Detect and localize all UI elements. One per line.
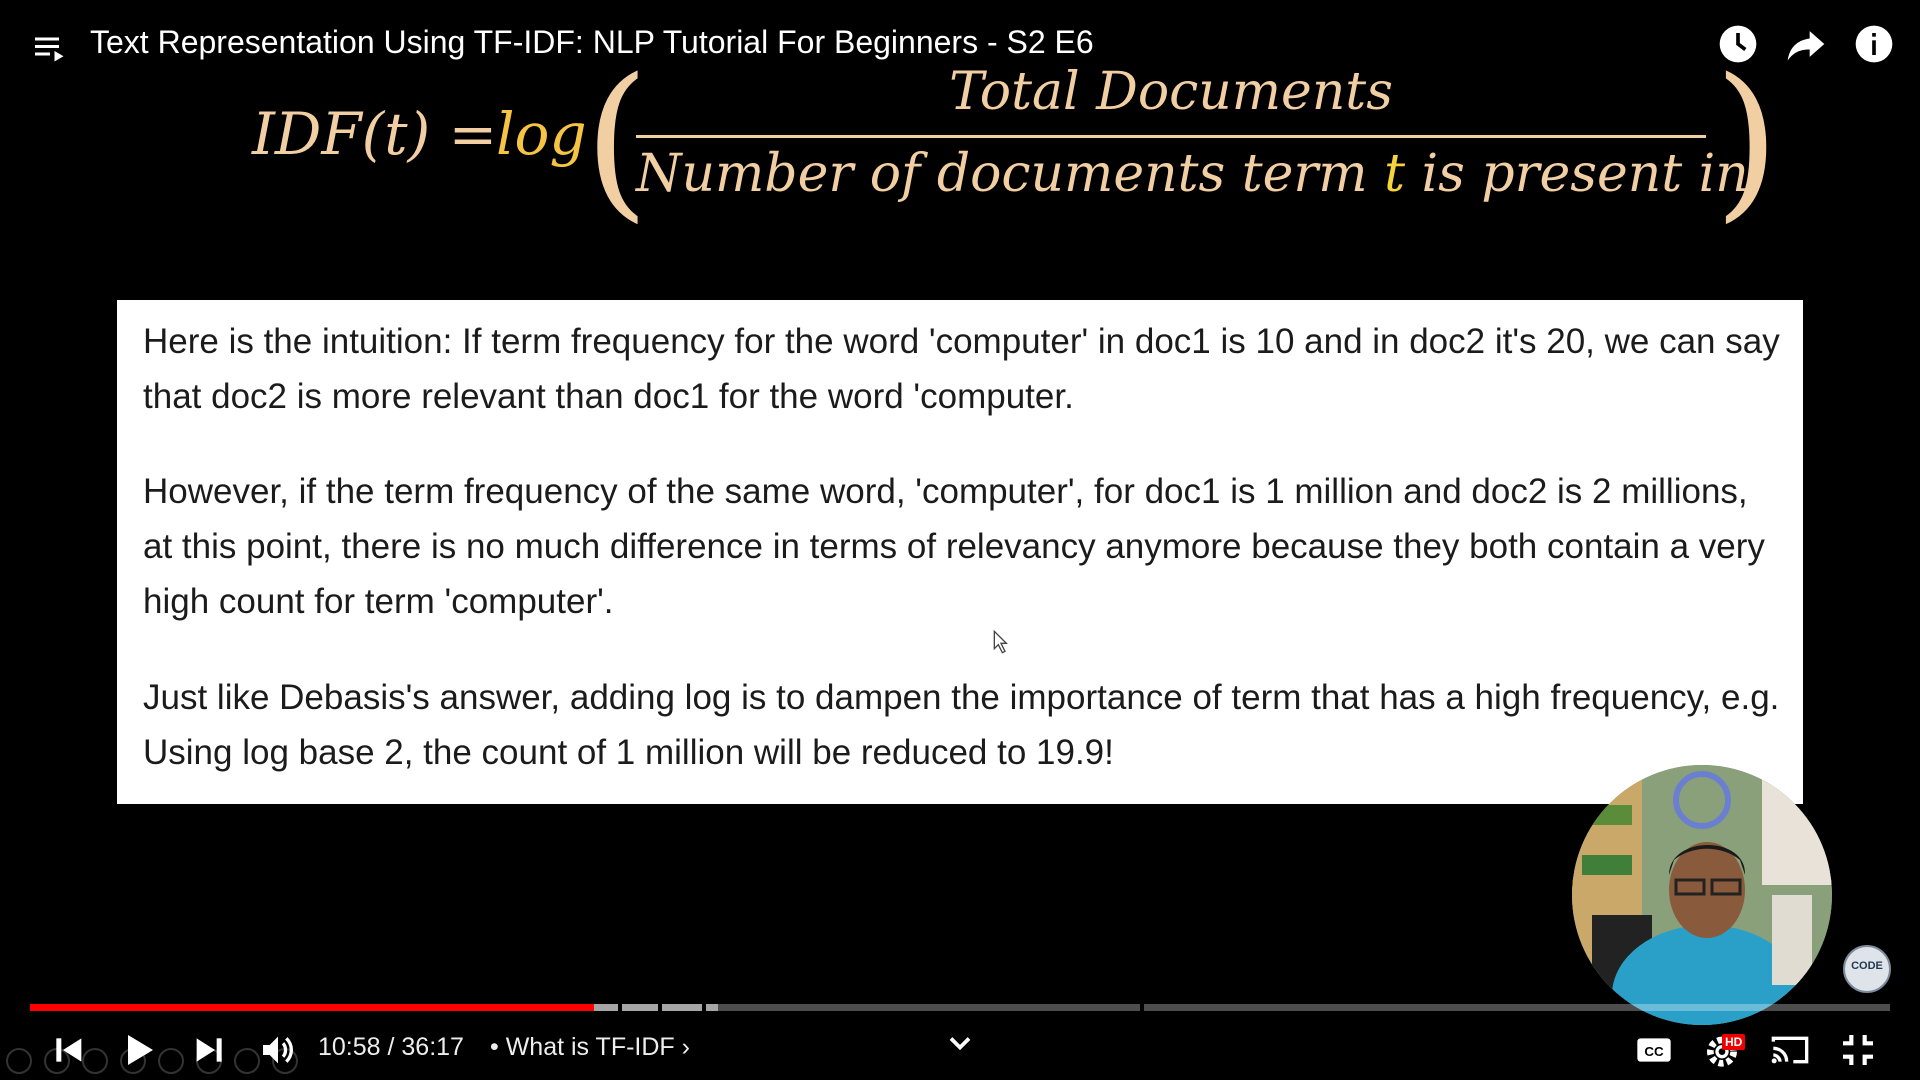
formula-denominator: Number of documents term t is present in xyxy=(636,144,1749,204)
presenter-image xyxy=(1572,765,1832,1025)
progress-played xyxy=(30,1004,594,1011)
time-display: 10:58 / 36:17 xyxy=(318,1033,464,1061)
previous-icon[interactable] xyxy=(48,1030,88,1070)
cast-icon[interactable] xyxy=(1770,1030,1810,1070)
chapter-marker xyxy=(1140,1004,1144,1011)
play-icon[interactable] xyxy=(118,1030,158,1070)
hd-badge: HD xyxy=(1722,1034,1746,1050)
slide-paragraph-2: However, if the term frequency of the sa… xyxy=(143,472,1765,621)
chapter-marker xyxy=(658,1004,662,1011)
channel-logo[interactable]: CODE xyxy=(1843,945,1891,993)
mouse-cursor-icon xyxy=(993,630,1008,654)
formula-right-paren: ) xyxy=(1714,42,1780,238)
slide-text-box: Here is the intuition: If term frequency… xyxy=(117,300,1803,804)
formula-log: log xyxy=(496,100,587,168)
info-icon[interactable] xyxy=(1852,22,1896,66)
slide-paragraph-3: Just like Debasis's answer, adding log i… xyxy=(143,678,1780,772)
captions-icon[interactable]: CC xyxy=(1634,1030,1674,1070)
playlist-icon[interactable] xyxy=(32,30,68,66)
progress-bar[interactable] xyxy=(30,1004,1890,1011)
slide-paragraph-1: Here is the intuition: If term frequency… xyxy=(143,322,1780,416)
chapter-title[interactable]: • What is TF-IDF › xyxy=(490,1033,690,1062)
presenter-webcam xyxy=(1572,765,1832,1025)
idf-formula: IDF(t) = log ( Total Documents Number of… xyxy=(250,56,1780,224)
next-icon[interactable] xyxy=(190,1030,230,1070)
chapter-marker xyxy=(618,1004,622,1011)
svg-text:CC: CC xyxy=(1644,1044,1664,1059)
formula-denominator-before: Number of documents term xyxy=(636,144,1385,204)
volume-icon[interactable] xyxy=(258,1030,298,1070)
formula-fraction-bar xyxy=(636,135,1706,138)
chapter-marker xyxy=(702,1004,706,1011)
formula-lhs: IDF(t) = xyxy=(252,100,498,168)
channel-logo-text: CODE xyxy=(1851,960,1883,972)
share-icon[interactable] xyxy=(1784,22,1828,66)
exit-fullscreen-icon[interactable] xyxy=(1838,1030,1878,1070)
formula-numerator: Total Documents xyxy=(949,62,1393,122)
player-controls: 10:58 / 36:17 • What is TF-IDF › CC HD xyxy=(0,1020,1920,1080)
formula-denominator-after: is present in xyxy=(1405,144,1749,204)
chevron-down-icon[interactable] xyxy=(942,1025,978,1061)
formula-term-t: t xyxy=(1384,144,1405,204)
